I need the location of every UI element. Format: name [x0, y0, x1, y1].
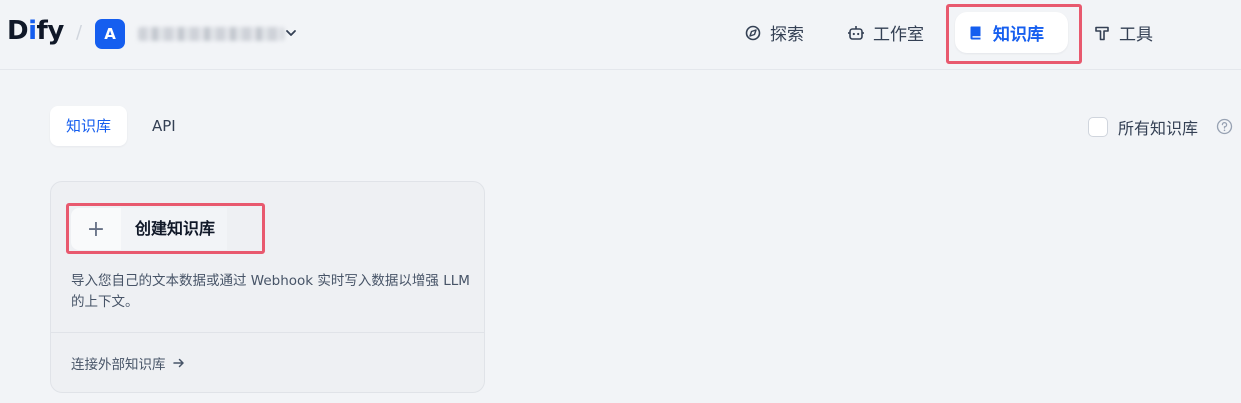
- nav-explore[interactable]: 探索: [732, 12, 816, 53]
- hammer-icon: [1095, 26, 1109, 40]
- create-knowledge-description: 导入您自己的文本数据或通过 Webhook 实时写入数据以增强 LLM 的上下文…: [71, 273, 470, 310]
- nav-tools-label: 工具: [1119, 25, 1153, 45]
- nav-studio[interactable]: 工作室: [835, 12, 936, 53]
- all-knowledge-checkbox[interactable]: [1088, 117, 1108, 137]
- all-knowledge-filter[interactable]: 所有知识库: [1088, 116, 1198, 138]
- plus-icon: +: [71, 208, 121, 250]
- arrow-right-icon: [172, 358, 184, 368]
- top-header: Dify / A 探索 工作室 知识库 工具: [0, 0, 1241, 70]
- breadcrumb-separator: /: [76, 22, 83, 43]
- nav-knowledge[interactable]: 知识库: [955, 12, 1068, 53]
- connect-external-knowledge-link[interactable]: 连接外部知识库: [71, 353, 186, 373]
- nav-knowledge-label: 知识库: [993, 25, 1044, 45]
- card-divider: [51, 332, 484, 333]
- nav-tools[interactable]: 工具: [1081, 12, 1165, 53]
- compass-icon: [745, 25, 761, 40]
- help-icon[interactable]: [1216, 118, 1233, 135]
- tab-api[interactable]: API: [136, 106, 192, 146]
- all-knowledge-label: 所有知识库: [1118, 119, 1199, 138]
- chevron-down-icon[interactable]: [284, 23, 298, 43]
- logo-text-i: i: [28, 16, 37, 46]
- create-knowledge-button[interactable]: + 创建知识库: [71, 208, 228, 250]
- logo-text-prefix: D: [7, 16, 29, 46]
- dify-logo[interactable]: Dify: [7, 14, 64, 48]
- robot-icon: [848, 25, 864, 40]
- workspace-name-blurred[interactable]: [138, 27, 284, 41]
- nav-explore-label: 探索: [770, 25, 804, 45]
- nav-studio-label: 工作室: [873, 25, 924, 45]
- connect-external-label: 连接外部知识库: [71, 357, 166, 373]
- create-knowledge-label: 创建知识库: [121, 208, 228, 250]
- logo-text-suffix: fy: [36, 16, 65, 46]
- book-icon: [970, 26, 981, 39]
- create-knowledge-card: + 创建知识库 导入您自己的文本数据或通过 Webhook 实时写入数据以增强 …: [50, 181, 485, 393]
- workspace-avatar[interactable]: A: [95, 19, 125, 49]
- tab-knowledge[interactable]: 知识库: [50, 106, 128, 146]
